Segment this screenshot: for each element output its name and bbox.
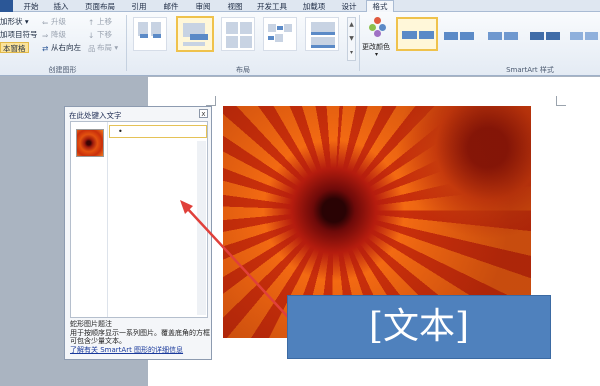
caption-text-box[interactable]: [文本] bbox=[287, 295, 551, 359]
arrow-shaft bbox=[185, 206, 301, 331]
